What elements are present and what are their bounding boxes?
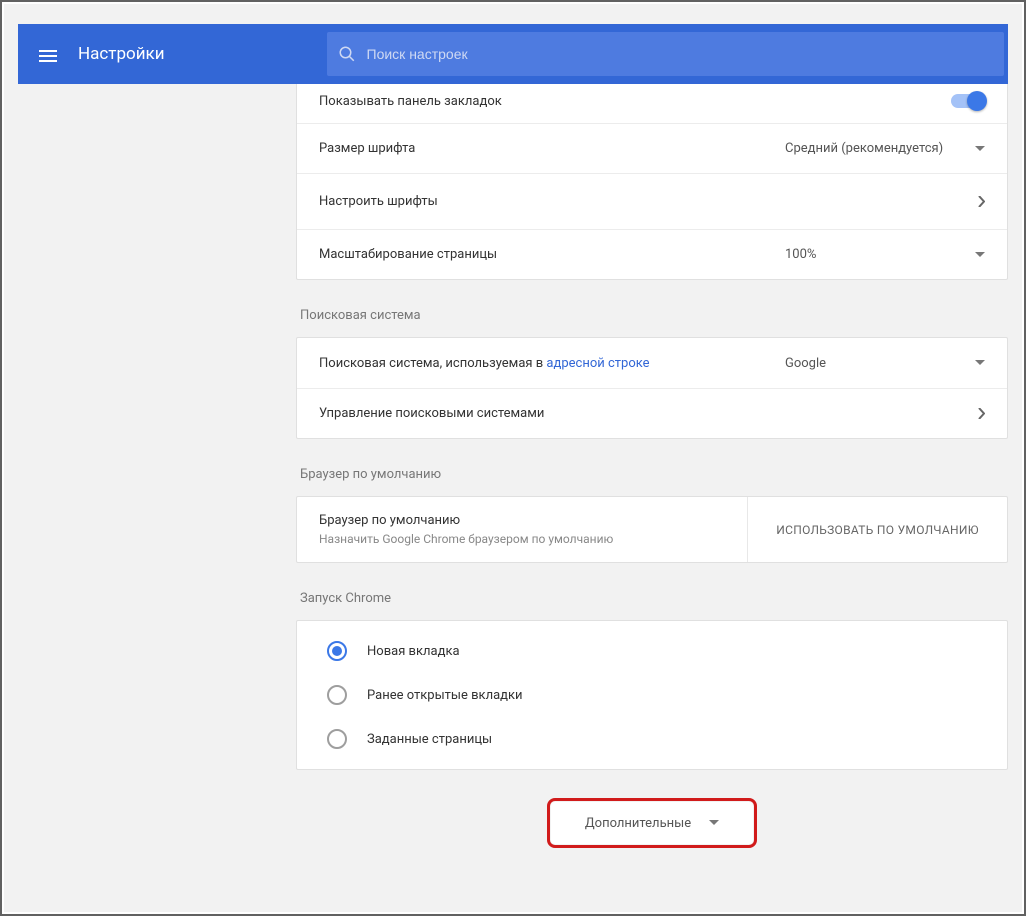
default-browser-card: Браузер по умолчанию Назначить Google Ch… [296,496,1008,563]
appearance-card: Показывать панель закладок Размер шрифта… [296,84,1008,280]
caret-down-icon [975,360,985,366]
chevron-right-icon [978,196,985,207]
page-zoom-label: Масштабирование страницы [319,247,785,262]
search-field-container[interactable] [327,32,1004,76]
search-engine-value: Google [785,356,826,371]
advanced-button[interactable]: Дополнительные [547,798,757,848]
customize-fonts-label: Настроить шрифты [319,194,978,209]
radio-icon [327,641,347,661]
menu-button[interactable] [24,30,72,78]
startup-option-new-tab[interactable]: Новая вкладка [297,629,1007,673]
search-engine-label: Поисковая система, используемая в адресн… [319,356,785,371]
startup-option-label: Новая вкладка [367,644,460,659]
address-bar-link[interactable]: адресной строке [546,356,649,371]
bookmarks-bar-toggle[interactable] [951,94,985,108]
page-zoom-dropdown[interactable]: 100% [785,247,985,262]
search-icon [327,34,367,74]
page-zoom-value: 100% [785,247,816,262]
advanced-label: Дополнительные [585,816,691,831]
caret-down-icon [975,252,985,258]
customize-fonts-row[interactable]: Настроить шрифты [297,173,1007,229]
radio-icon [327,685,347,705]
startup-section-title: Запуск Chrome [300,591,1008,606]
search-engine-row: Поисковая система, используемая в адресн… [297,338,1007,388]
make-default-button[interactable]: ИСПОЛЬЗОВАТЬ ПО УМОЛЧАНИЮ [747,497,1007,562]
page-zoom-row: Масштабирование страницы 100% [297,229,1007,279]
settings-content: Показывать панель закладок Размер шрифта… [296,84,1008,898]
bookmarks-bar-label: Показывать панель закладок [319,94,951,109]
caret-down-icon [709,820,719,826]
chevron-right-icon [978,408,985,419]
font-size-dropdown[interactable]: Средний (рекомендуется) [785,141,985,156]
default-browser-section-title: Браузер по умолчанию [300,467,1008,482]
header-bar: Настройки [18,24,1008,84]
startup-option-continue[interactable]: Ранее открытые вкладки [297,673,1007,717]
caret-down-icon [975,146,985,152]
manage-search-engines-label: Управление поисковыми системами [319,406,978,421]
manage-search-engines-row[interactable]: Управление поисковыми системами [297,388,1007,438]
search-engine-card: Поисковая система, используемая в адресн… [296,337,1008,439]
search-input[interactable] [367,32,1004,76]
font-size-row: Размер шрифта Средний (рекомендуется) [297,123,1007,173]
hamburger-icon [39,47,57,61]
font-size-label: Размер шрифта [319,141,785,156]
default-browser-text: Браузер по умолчанию Назначить Google Ch… [297,497,747,562]
search-engine-section-title: Поисковая система [300,308,1008,323]
startup-card: Новая вкладка Ранее открытые вкладки Зад… [296,620,1008,770]
startup-option-specific[interactable]: Заданные страницы [297,717,1007,761]
radio-icon [327,729,347,749]
font-size-value: Средний (рекомендуется) [785,141,943,156]
page-title: Настройки [78,44,165,64]
default-browser-title: Браузер по умолчанию [319,513,725,528]
startup-option-label: Заданные страницы [367,732,492,747]
default-browser-desc: Назначить Google Chrome браузером по умо… [319,532,725,546]
startup-option-label: Ранее открытые вкладки [367,688,523,703]
bookmarks-bar-row[interactable]: Показывать панель закладок [297,84,1007,123]
search-engine-dropdown[interactable]: Google [785,356,985,371]
